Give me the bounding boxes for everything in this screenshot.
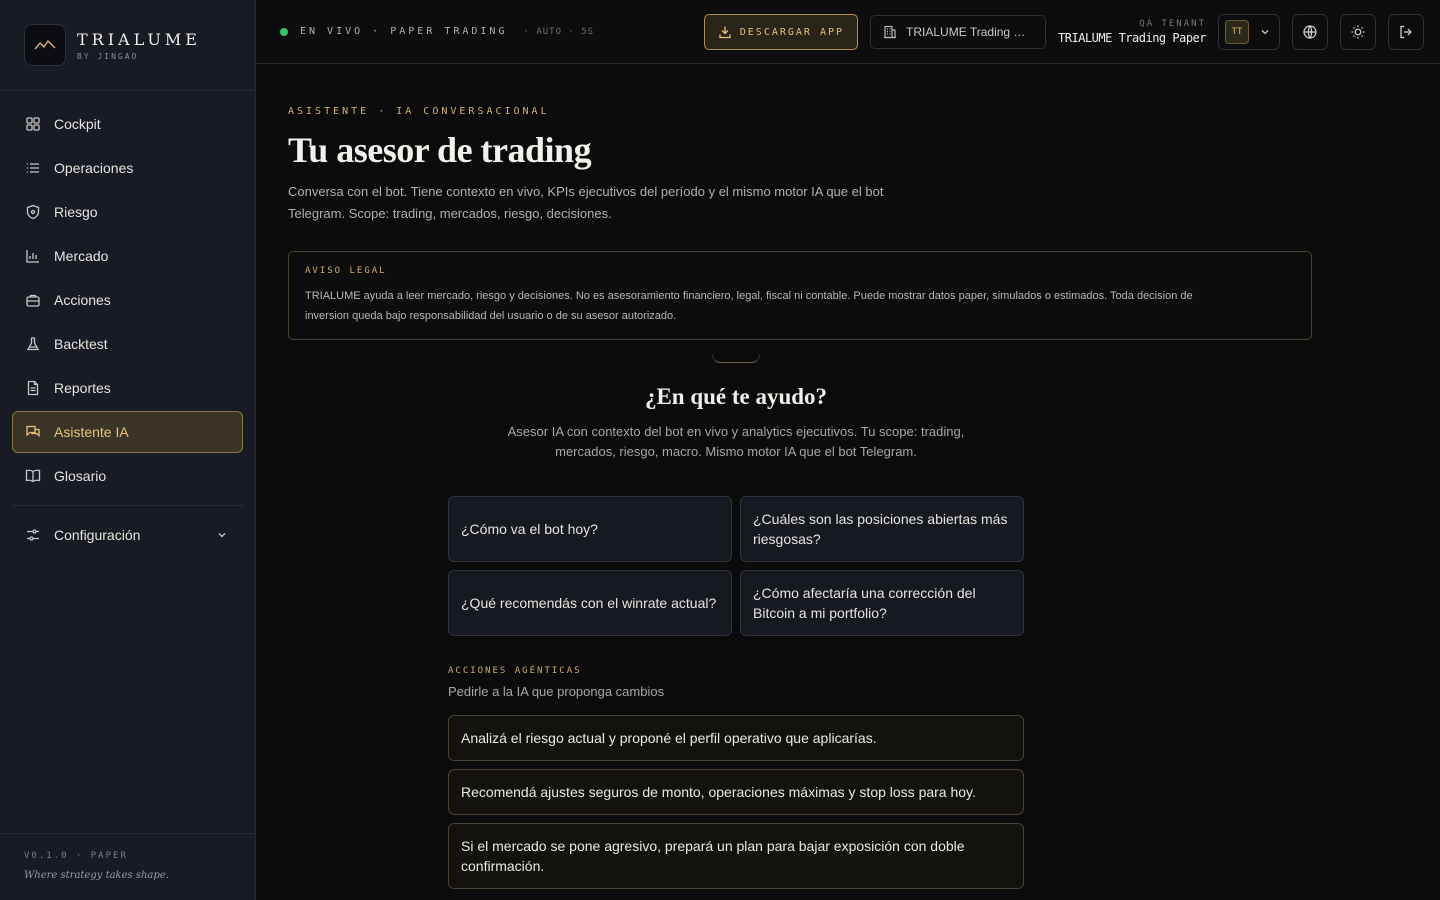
sidebar-item-label: Glosario — [54, 468, 107, 484]
sidebar-item-reportes[interactable]: Reportes — [12, 367, 243, 409]
suggestion-button[interactable]: ¿Cómo va el bot hoy? — [448, 496, 732, 562]
live-status-text: EN VIVO · PAPER TRADING — [300, 26, 508, 37]
sidebar-item-asistente-ia[interactable]: Asistente IA — [12, 411, 243, 453]
empty-state-title: ¿En qué te ayudo? — [644, 384, 828, 409]
shield-icon — [26, 204, 40, 220]
sliders-icon — [27, 529, 39, 541]
empty-state: ¿En qué te ayudo? Asesor IA con contexto… — [448, 384, 1024, 462]
building-icon — [884, 25, 897, 39]
sidebar-item-label: Riesgo — [54, 204, 98, 220]
sidebar-item-label: Mercado — [54, 248, 109, 264]
sidebar-item-label: Acciones — [54, 292, 111, 308]
tenant-select[interactable]: TRIALUME Trading Pa… — [870, 15, 1047, 49]
chat-icon — [26, 425, 40, 437]
live-status-dot — [280, 27, 288, 36]
sidebar-item-cockpit[interactable]: Cockpit — [12, 103, 243, 145]
logout-icon — [1400, 25, 1412, 39]
agentic-actions-label: ACCIONES AGÉNTICAS — [448, 666, 582, 676]
chevron-down-icon — [218, 533, 226, 538]
sidebar-item-configuracion[interactable]: Configuración — [12, 514, 243, 556]
sidebar: TRIALUME BY JINGAO Cockpit Operaciones R… — [0, 0, 256, 900]
sidebar-item-label: Cockpit — [54, 116, 101, 132]
sidebar-footer: V0.1.0 · PAPER Where strategy takes shap… — [0, 833, 255, 900]
sidebar-item-glosario[interactable]: Glosario — [12, 455, 243, 497]
sidebar-item-riesgo[interactable]: Riesgo — [12, 191, 243, 233]
logo-icon — [24, 24, 66, 66]
language-button[interactable] — [1292, 14, 1328, 50]
sidebar-item-operaciones[interactable]: Operaciones — [12, 147, 243, 189]
suggestion-button[interactable]: ¿Qué recomendás con el winrate actual? — [448, 570, 732, 636]
logout-button[interactable] — [1388, 14, 1424, 50]
agentic-actions-subtitle: Pedirle a la IA que proponga cambios — [448, 684, 665, 699]
tenant-label: QA TENANT — [1139, 19, 1206, 29]
legal-notice-text: TRIALUME ayuda a leer mercado, riesgo y … — [305, 290, 1193, 322]
suggestion-button[interactable]: ¿Cuáles son las posiciones abiertas más … — [740, 496, 1024, 562]
brand[interactable]: TRIALUME BY JINGAO — [0, 0, 255, 91]
page-description: Conversa con el bot. Tiene contexto en v… — [288, 184, 884, 221]
book-icon — [25, 469, 41, 483]
sidebar-item-label: Reportes — [54, 380, 111, 396]
suggestion-button[interactable]: ¿Cómo afectaría una corrección del Bitco… — [740, 570, 1024, 636]
brand-name: TRIALUME — [77, 29, 201, 49]
globe-icon — [1303, 25, 1317, 39]
grid-icon — [26, 117, 40, 131]
sidebar-item-label: Asistente IA — [54, 424, 129, 440]
tenant-select-value: TRIALUME Trading Pa… — [906, 25, 1034, 39]
tenant-value: TRIALUME Trading Paper — [1058, 31, 1206, 45]
legal-notice: AVISO LEGAL TRIALUME ayuda a leer mercad… — [288, 251, 1312, 340]
sidebar-item-label: Backtest — [54, 336, 108, 352]
tagline: Where strategy takes shape. — [24, 870, 169, 881]
sidebar-item-acciones[interactable]: Acciones — [12, 279, 243, 321]
brand-sub: BY JINGAO — [77, 51, 139, 61]
user-menu-button[interactable]: TT — [1218, 14, 1280, 50]
download-app-button[interactable]: DESCARGAR APP — [703, 14, 859, 50]
empty-state-description: Asesor IA con contexto del bot en vivo y… — [507, 424, 965, 459]
agentic-action-button[interactable]: Si el mercado se pone agresivo, prepará … — [448, 823, 1024, 889]
page-eyebrow: ASISTENTE · IA CONVERSACIONAL — [288, 106, 550, 117]
list-icon — [27, 163, 39, 173]
download-icon — [719, 26, 731, 39]
main-content: ASISTENTE · IA CONVERSACIONAL Tu asesor … — [288, 64, 1312, 889]
topbar: EN VIVO · PAPER TRADING · AUTO · 5S DESC… — [256, 0, 1440, 64]
bar-chart-icon — [26, 250, 39, 263]
tenant-info: QA TENANT TRIALUME Trading Paper — [1058, 19, 1206, 45]
page-title: Tu asesor de trading — [288, 130, 592, 170]
download-app-label: DESCARGAR APP — [739, 26, 845, 38]
chat-avatar-edge — [712, 355, 760, 363]
briefcase-icon — [26, 294, 40, 307]
sidebar-nav: Cockpit Operaciones Riesgo Mercado Accio… — [0, 91, 255, 497]
chevron-down-icon — [1261, 30, 1269, 35]
suggestions-grid: ¿Cómo va el bot hoy? ¿Cuáles son las pos… — [448, 496, 1024, 636]
avatar: TT — [1225, 20, 1249, 44]
nav-divider — [12, 505, 243, 506]
document-icon — [27, 380, 39, 396]
sun-icon — [1351, 25, 1365, 39]
sidebar-item-label: Operaciones — [54, 160, 134, 176]
sidebar-item-backtest[interactable]: Backtest — [12, 323, 243, 365]
agentic-action-button[interactable]: Analizá el riesgo actual y proponé el pe… — [448, 715, 1024, 761]
flask-icon — [26, 337, 40, 351]
sidebar-item-mercado[interactable]: Mercado — [12, 235, 243, 277]
agentic-actions-list: Analizá el riesgo actual y proponé el pe… — [448, 715, 1024, 897]
version-label: V0.1.0 · PAPER — [24, 851, 128, 861]
theme-toggle-button[interactable] — [1340, 14, 1376, 50]
agentic-action-button[interactable]: Recomendá ajustes seguros de monto, oper… — [448, 769, 1024, 815]
sidebar-item-label: Configuración — [54, 527, 141, 543]
auto-refresh-text: · AUTO · 5S — [523, 26, 595, 37]
legal-notice-label: AVISO LEGAL — [305, 266, 387, 276]
